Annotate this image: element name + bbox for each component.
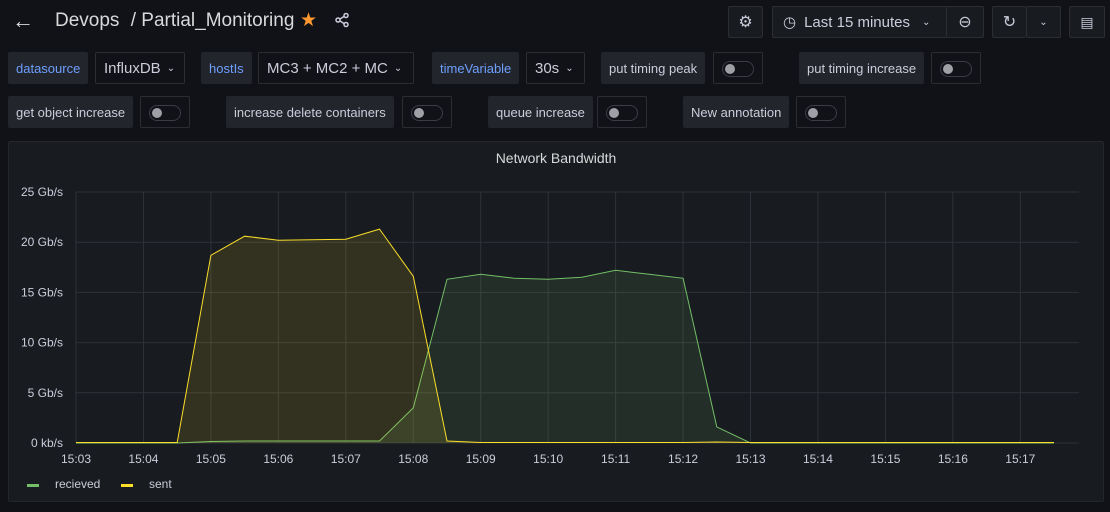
y-tick-label: 20 Gb/s — [21, 235, 63, 249]
folder-link[interactable]: Devops — [55, 10, 119, 31]
toggle-label-queue-increase: queue increase — [488, 96, 593, 128]
refresh-button[interactable]: ↻ — [992, 6, 1026, 38]
x-tick-label: 15:11 — [601, 452, 630, 466]
x-tick-label: 15:14 — [803, 452, 833, 466]
y-tick-label: 5 Gb/s — [28, 386, 63, 400]
toggle-new-annotation[interactable] — [796, 96, 846, 128]
toggle-increase-delete-containers[interactable] — [402, 96, 452, 128]
variable-select-datasource[interactable]: InfluxDB ⌄ — [95, 52, 185, 84]
chevron-down-icon: ⌄ — [393, 62, 403, 74]
y-tick-label: 10 Gb/s — [21, 336, 63, 350]
x-tick-label: 15:05 — [196, 452, 226, 466]
x-tick-label: 15:16 — [938, 452, 968, 466]
zoom-out-icon: ⊖ — [958, 14, 972, 31]
network-bandwidth-chart: 0 kb/s 5 Gb/s 10 Gb/s 15 Gb/s 20 Gb/s 25 Gb/s… — [21, 185, 1079, 491]
x-tick-label: 15:03 — [61, 452, 91, 466]
back-arrow-icon[interactable]: ← — [12, 8, 34, 34]
x-tick-label: 15:08 — [398, 452, 428, 466]
time-range-label: Last 15 minutes — [804, 13, 910, 31]
x-tick-label: 15:13 — [735, 452, 765, 466]
toggle-label-get-object-increase: get object increase — [8, 96, 134, 128]
y-tick-label: 25 Gb/s — [21, 185, 63, 199]
zoom-out-button[interactable]: ⊖ — [946, 6, 984, 38]
x-tick-label: 15:15 — [870, 452, 900, 466]
toggle-label-new-annotation: New annotation — [683, 96, 790, 128]
toggle-label-increase-delete-containers: increase delete containers — [226, 96, 394, 128]
breadcrumb: Devops / Partial_Monitoring — [55, 10, 294, 32]
variable-select-hostis[interactable]: MC3 + MC2 + MC ⌄ — [258, 52, 414, 84]
y-tick-label: 0 kb/s — [31, 436, 63, 450]
toggle-label-put-timing-peak: put timing peak — [601, 52, 706, 84]
star-icon[interactable]: ★ — [300, 9, 317, 32]
breadcrumb-separator: / — [130, 10, 136, 31]
toggle-label-put-timing-increase: put timing increase — [799, 52, 925, 84]
chevron-down-icon: ⌄ — [922, 16, 931, 28]
x-tick-label: 15:10 — [533, 452, 563, 466]
legend-item-recieved[interactable]: recieved — [55, 477, 100, 491]
x-tick-label: 15:07 — [331, 452, 361, 466]
chevron-down-icon: ⌄ — [166, 62, 176, 74]
legend-item-sent[interactable]: sent — [149, 477, 172, 491]
select-value: InfluxDB — [104, 59, 161, 77]
time-picker-button[interactable]: ◷ Last 15 minutes ⌄ — [772, 6, 947, 38]
settings-button[interactable]: ⚙ — [728, 6, 763, 38]
y-tick-label: 15 Gb/s — [21, 285, 63, 299]
select-value: MC3 + MC2 + MC — [267, 59, 388, 77]
legend-swatch-sent — [121, 484, 133, 487]
variable-label-hostis: hostIs — [201, 52, 252, 84]
x-tick-label: 15:06 — [263, 452, 293, 466]
refresh-interval-dropdown[interactable]: ⌄ — [1026, 6, 1061, 38]
chevron-down-icon: ⌄ — [1039, 16, 1048, 28]
chevron-down-icon: ⌄ — [565, 62, 574, 74]
variable-label-timevariable: timeVariable — [432, 52, 520, 84]
toggle-put-timing-increase[interactable] — [931, 52, 981, 84]
variable-label-datasource: datasource — [8, 52, 89, 84]
dashboard-title: Partial_Monitoring — [141, 10, 295, 31]
select-value: 30s — [535, 59, 560, 77]
variable-select-timevariable[interactable]: 30s ⌄ — [526, 52, 585, 84]
clock-icon: ◷ — [783, 14, 797, 31]
toggle-put-timing-peak[interactable] — [713, 52, 763, 84]
refresh-icon: ↻ — [1002, 14, 1017, 31]
share-icon[interactable] — [334, 12, 350, 31]
toggle-queue-increase[interactable] — [597, 96, 647, 128]
tv-mode-button[interactable]: ▤ — [1069, 6, 1105, 38]
x-tick-label: 15:09 — [466, 452, 496, 466]
toggle-get-object-increase[interactable] — [140, 96, 190, 128]
x-tick-label: 15:17 — [1005, 452, 1035, 466]
gear-icon: ⚙ — [738, 14, 753, 31]
monitor-icon: ▤ — [1080, 13, 1094, 30]
x-tick-label: 15:04 — [128, 452, 158, 466]
legend-swatch-recieved — [27, 484, 39, 487]
network-bandwidth-panel: Network Bandwidth 0 kb/s 5 Gb/s 10 Gb/s 15 … — [8, 141, 1104, 502]
x-tick-label: 15:12 — [668, 452, 698, 466]
